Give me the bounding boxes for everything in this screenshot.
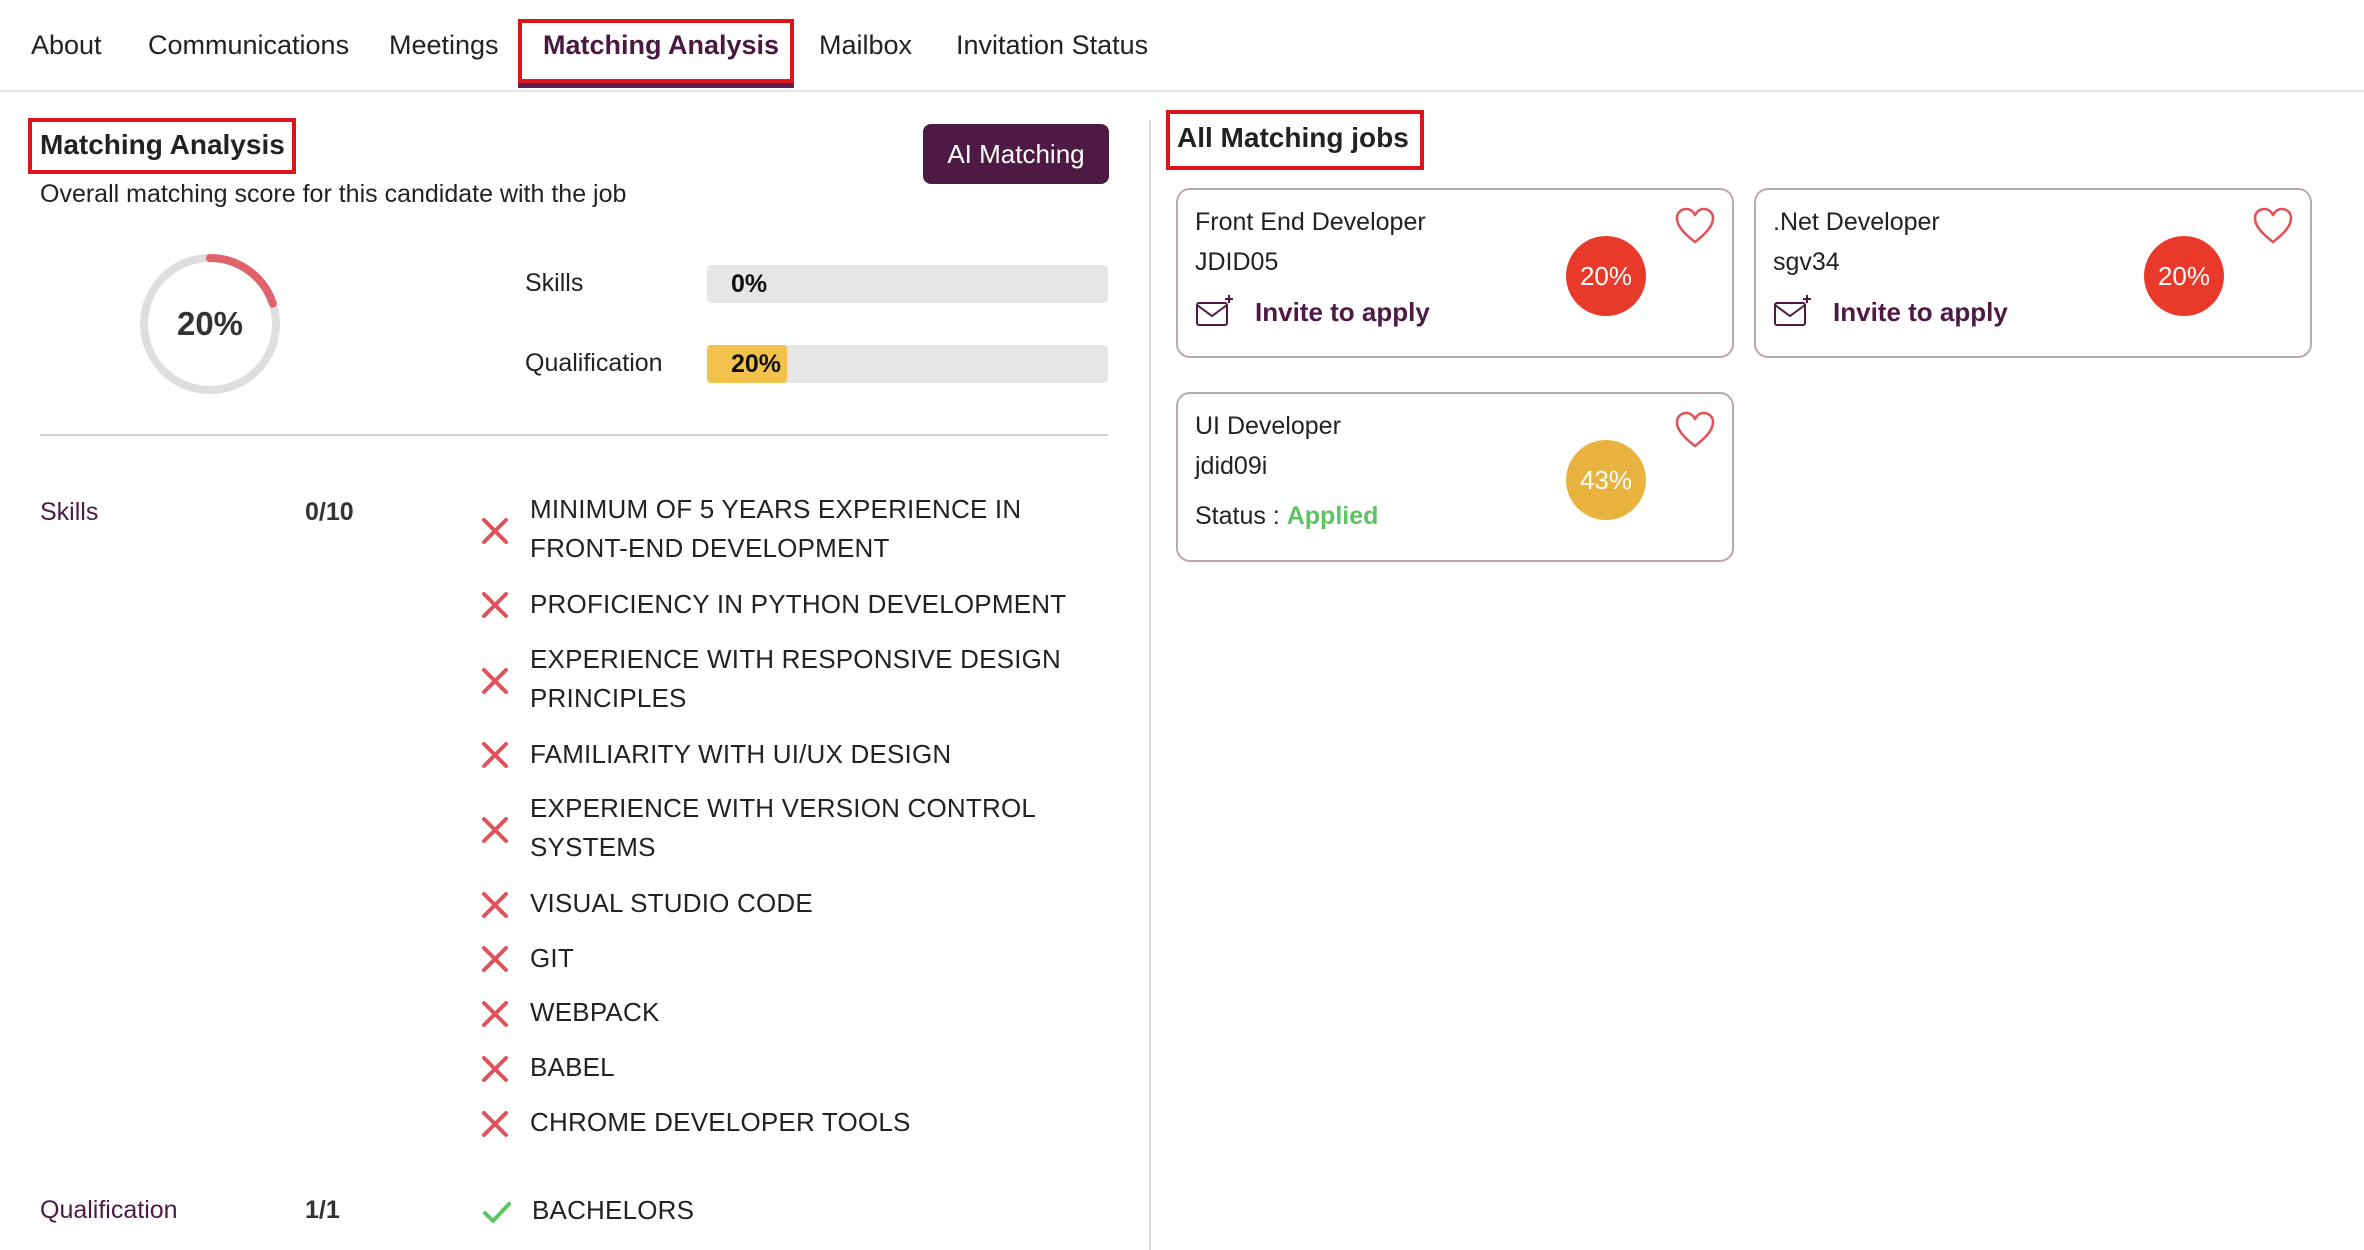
status-label: Status : xyxy=(1195,502,1287,530)
close-icon xyxy=(478,664,512,698)
qualification-section-label: Qualification xyxy=(40,1196,178,1224)
mail-plus-icon xyxy=(1196,295,1233,326)
qualification-item: BACHELORS xyxy=(532,1195,695,1225)
close-icon xyxy=(478,588,512,622)
close-icon xyxy=(478,997,512,1031)
skill-item: PROFICIENCY IN PYTHON DEVELOPMENT xyxy=(530,589,1067,619)
invite-to-apply-button[interactable]: Invite to apply xyxy=(1195,294,1430,330)
tab-about[interactable]: About xyxy=(31,30,102,61)
overall-score-donut: 20% xyxy=(138,252,282,396)
job-id: JDID05 xyxy=(1195,248,1279,276)
skill-item: BABEL xyxy=(530,1052,615,1082)
job-id: sgv34 xyxy=(1773,248,1840,276)
close-icon xyxy=(478,942,512,976)
skill-item: MINIMUM OF 5 YEARS EXPERIENCE IN FRONT-E… xyxy=(530,494,1022,563)
ai-matching-button[interactable]: AI Matching xyxy=(923,124,1109,184)
heart-icon[interactable] xyxy=(1674,206,1716,246)
invite-label: Invite to apply xyxy=(1833,296,2008,327)
job-id: jdid09i xyxy=(1195,452,1268,480)
skill-item: CHROME DEVELOPER TOOLS xyxy=(530,1107,911,1137)
close-icon xyxy=(478,1052,512,1086)
qualification-section-score: 1/1 xyxy=(305,1196,340,1224)
heart-icon[interactable] xyxy=(1674,410,1716,450)
close-icon xyxy=(478,738,512,772)
invite-label: Invite to apply xyxy=(1255,296,1430,327)
close-icon xyxy=(478,888,512,922)
skill-item: VISUAL STUDIO CODE xyxy=(530,888,813,918)
match-score-badge: 20% xyxy=(2144,236,2224,316)
analysis-subtitle: Overall matching score for this candidat… xyxy=(40,180,627,208)
skills-progress-value: 0% xyxy=(731,270,768,298)
job-title: UI Developer xyxy=(1195,412,1341,440)
invite-to-apply-button[interactable]: Invite to apply xyxy=(1773,294,2008,330)
skill-item: GIT xyxy=(530,943,574,973)
skill-item: EXPERIENCE WITH RESPONSIVE DESIGN PRINCI… xyxy=(530,644,1062,713)
job-card[interactable]: Front End Developer JDID05 Invite to app… xyxy=(1176,188,1734,358)
overall-score-text: 20% xyxy=(176,305,244,342)
application-status: Status : Applied xyxy=(1195,502,1378,531)
skill-item: WEBPACK xyxy=(530,997,660,1027)
job-card[interactable]: UI Developer jdid09i Status : Applied 43… xyxy=(1176,392,1734,562)
skills-section-label: Skills xyxy=(40,498,99,526)
skill-item: FAMILIARITY WITH UI/UX DESIGN xyxy=(530,739,952,769)
job-title: Front End Developer xyxy=(1195,208,1426,236)
skills-section-score: 0/10 xyxy=(305,498,354,526)
tab-invitation-status[interactable]: Invitation Status xyxy=(956,30,1148,61)
tab-communications[interactable]: Communications xyxy=(148,30,349,61)
panel-divider xyxy=(1149,120,1151,1250)
tab-matching-analysis[interactable]: Matching Analysis xyxy=(543,30,779,61)
close-icon xyxy=(478,1107,512,1141)
skills-bar-label: Skills xyxy=(525,269,584,297)
job-card[interactable]: .Net Developer sgv34 Invite to apply 20% xyxy=(1754,188,2312,358)
close-icon xyxy=(478,514,512,548)
job-title: .Net Developer xyxy=(1773,208,1940,236)
qualification-progress-bar: 20% xyxy=(707,345,1108,383)
close-icon xyxy=(478,813,512,847)
active-tab-indicator xyxy=(518,82,794,88)
heart-icon[interactable] xyxy=(2252,206,2294,246)
match-score-badge: 43% xyxy=(1566,440,1646,520)
qualification-progress-value: 20% xyxy=(731,350,782,378)
qualification-bar-label: Qualification xyxy=(525,349,663,377)
check-icon xyxy=(480,1195,514,1229)
tab-mailbox[interactable]: Mailbox xyxy=(819,30,912,61)
analysis-title: Matching Analysis xyxy=(40,129,285,160)
tab-meetings[interactable]: Meetings xyxy=(389,30,499,61)
jobs-title: All Matching jobs xyxy=(1177,122,1409,153)
section-divider xyxy=(40,434,1108,436)
tab-bar: About Communications Meetings Matching A… xyxy=(0,0,2364,92)
match-score-badge: 20% xyxy=(1566,236,1646,316)
status-value: Applied xyxy=(1286,502,1379,530)
skill-item: EXPERIENCE WITH VERSION CONTROL SYSTEMS xyxy=(530,793,1036,862)
mail-plus-icon xyxy=(1774,295,1811,326)
skills-progress-bar: 0% xyxy=(707,265,1108,303)
